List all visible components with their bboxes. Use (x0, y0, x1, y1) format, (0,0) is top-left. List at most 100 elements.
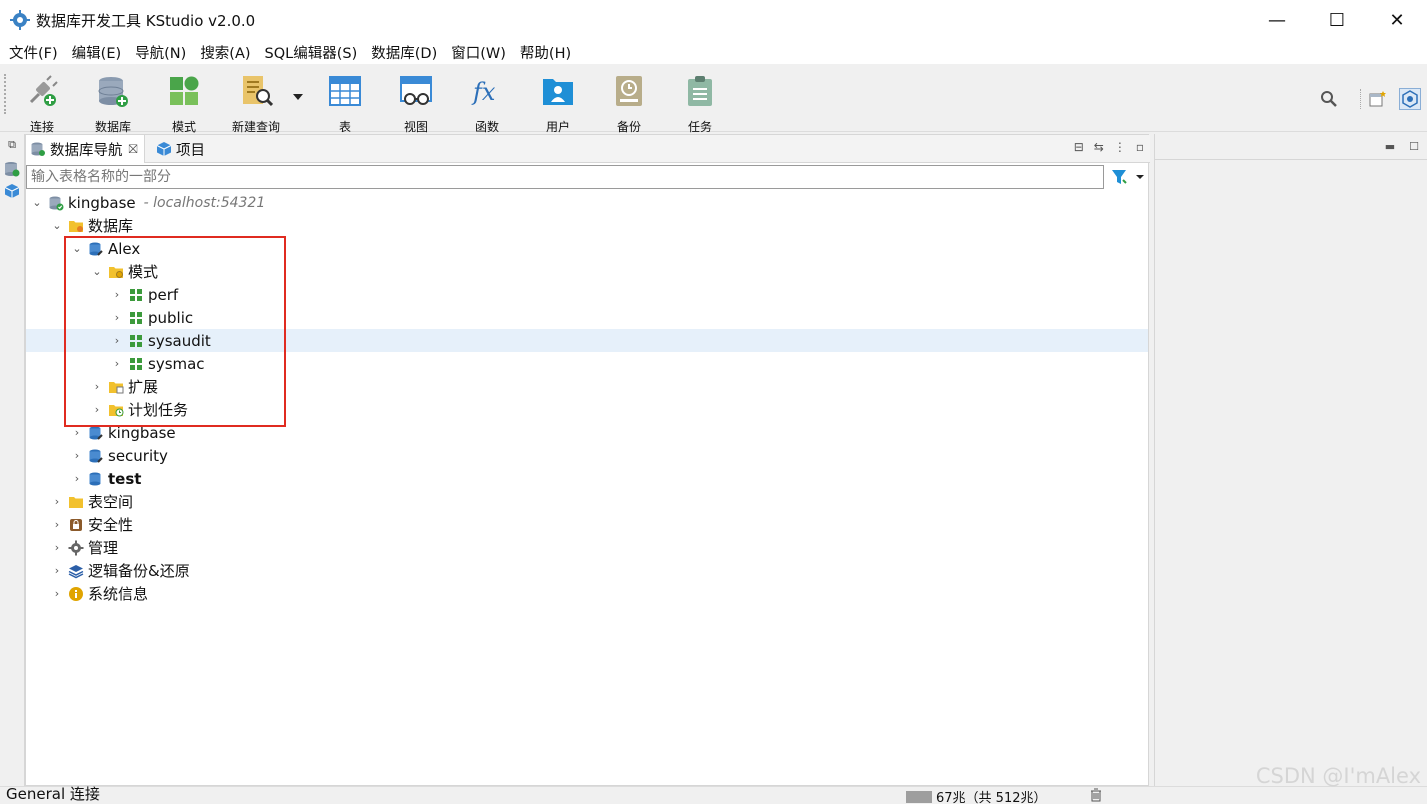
menu-search[interactable]: 搜索(A) (195, 42, 255, 63)
chevron-down-icon[interactable]: ⌄ (30, 196, 44, 210)
lock-icon (70, 518, 82, 531)
collapse-all-icon[interactable]: ⊟ (1074, 140, 1084, 154)
user-icon (543, 79, 573, 105)
tab-database-navigator-label: 数据库导航 (50, 142, 123, 159)
chevron-right-icon[interactable]: › (70, 426, 84, 440)
backup-button[interactable]: 备份 (599, 74, 659, 134)
menu-database[interactable]: 数据库(D) (366, 42, 442, 63)
database-add-icon (98, 77, 128, 107)
connection-host: - localhost:54321 (143, 194, 266, 211)
view-menu-icon[interactable]: ⋮ (1114, 140, 1126, 154)
maximize-button[interactable]: ☐ (1307, 0, 1367, 40)
connect-button[interactable]: 连接 (12, 74, 72, 134)
logical-backup-label: 逻辑备份&还原 (88, 562, 190, 580)
db-test-label: test (108, 469, 142, 488)
view-label: 视图 (403, 120, 428, 134)
tab-project-label: 项目 (176, 142, 205, 159)
toolbar-grip[interactable] (4, 74, 8, 114)
chevron-right-icon[interactable]: › (70, 472, 84, 486)
gear-icon (68, 540, 84, 555)
garbage-collect-icon[interactable] (1090, 788, 1102, 802)
menu-sql-editor[interactable]: SQL编辑器(S) (260, 42, 363, 63)
info-icon (69, 586, 83, 601)
menu-help[interactable]: 帮助(H) (515, 42, 576, 63)
project-icon (156, 142, 172, 156)
close-button[interactable]: ✕ (1367, 0, 1427, 40)
database-icon (89, 472, 101, 485)
minimize-view-icon[interactable]: ▫ (1136, 140, 1144, 154)
task-button[interactable]: 任务 (670, 74, 730, 134)
menu-navigate[interactable]: 导航(N) (130, 42, 191, 63)
restore-icon[interactable]: ⧉ (3, 138, 21, 156)
db-security-label: security (108, 446, 168, 465)
search-icon[interactable] (1320, 90, 1338, 108)
tab-close-icon[interactable]: ⛝ (129, 142, 138, 157)
minimize-icon[interactable]: ▬ (1385, 140, 1395, 153)
perspective-icon[interactable] (1399, 88, 1421, 110)
minimize-button[interactable]: — (1247, 0, 1307, 40)
view-icon (400, 76, 432, 105)
filter-icon (1112, 170, 1144, 184)
table-button[interactable]: 表 (315, 74, 375, 134)
function-button[interactable]: fx 函数 (457, 74, 517, 134)
chevron-down-icon[interactable]: ⌄ (50, 219, 64, 233)
schema-label: 模式 (171, 120, 196, 134)
tree-node-connection[interactable]: ⌄ kingbase - localhost:54321 (26, 191, 1148, 214)
chevron-right-icon[interactable]: › (50, 541, 64, 555)
watermark-text: CSDN @I'mAlex (1255, 764, 1421, 788)
menu-edit[interactable]: 编辑(E) (67, 42, 126, 63)
function-label: 函数 (474, 120, 499, 134)
folder-icon (69, 496, 83, 508)
table-filter-input[interactable]: 输入表格名称的一部分 (26, 165, 1104, 189)
database-button[interactable]: 数据库 (83, 74, 143, 134)
view-button[interactable]: 视图 (386, 74, 446, 134)
user-button[interactable]: 用户 (528, 74, 588, 134)
task-label: 任务 (687, 120, 712, 134)
link-editor-icon[interactable]: ⇆ (1094, 140, 1104, 154)
app-logo-icon (10, 10, 30, 30)
table-label: 表 (338, 120, 351, 134)
menu-window[interactable]: 窗口(W) (446, 42, 511, 63)
chevron-right-icon[interactable]: › (50, 564, 64, 578)
window-title: 数据库开发工具 KStudio v2.0.0 (36, 11, 256, 30)
schema-button[interactable]: 模式 (154, 74, 214, 134)
open-perspective-icon[interactable] (1369, 90, 1387, 108)
tablespaces-label: 表空间 (88, 493, 134, 511)
status-bar: General 连接 67兆（共 512兆） (0, 785, 1427, 804)
tree-node-logical-backup[interactable]: › 逻辑备份&还原 (26, 559, 1148, 582)
chevron-right-icon[interactable]: › (50, 518, 64, 532)
svg-text:fx: fx (471, 78, 496, 106)
project-trim-icon[interactable] (3, 182, 21, 200)
connection-db-icon (49, 196, 64, 210)
memory-bar (906, 790, 932, 803)
tree-node-db-test[interactable]: › test (26, 467, 1148, 490)
title-bar: 数据库开发工具 KStudio v2.0.0 — ☐ ✕ (0, 0, 1427, 40)
toolbar-separator (1360, 89, 1361, 109)
chevron-right-icon[interactable]: › (50, 587, 64, 601)
tree-node-system-info[interactable]: › 系统信息 (26, 582, 1148, 605)
menu-bar: 文件(F) 编辑(E) 导航(N) 搜索(A) SQL编辑器(S) 数据库(D)… (0, 40, 1427, 64)
task-icon (688, 76, 712, 106)
filter-button[interactable] (1110, 168, 1146, 186)
maximize-icon[interactable]: ☐ (1409, 140, 1419, 153)
tree-node-management[interactable]: › 管理 (26, 536, 1148, 559)
connection-name: kingbase (68, 193, 136, 212)
tab-database-navigator[interactable]: 数据库导航 ⛝ (26, 135, 145, 163)
tree-node-db-security[interactable]: › security (26, 444, 1148, 467)
tab-project[interactable]: 项目 (156, 135, 205, 163)
app-window: 数据库开发工具 KStudio v2.0.0 — ☐ ✕ 文件(F) 编辑(E)… (0, 0, 1427, 804)
chevron-right-icon[interactable]: › (70, 449, 84, 463)
db-navigator-trim-icon[interactable] (3, 160, 21, 178)
menu-file[interactable]: 文件(F) (4, 42, 63, 63)
tree-node-security[interactable]: › 安全性 (26, 513, 1148, 536)
database-label: 数据库 (94, 120, 131, 134)
tree-node-tablespaces[interactable]: › 表空间 (26, 490, 1148, 513)
chevron-right-icon[interactable]: › (50, 495, 64, 509)
tree-node-databases[interactable]: ⌄ 数据库 (26, 214, 1148, 237)
new-query-icon (243, 76, 274, 107)
right-editor-area: ▬ ☐ (1154, 134, 1427, 786)
new-query-dropdown-icon[interactable] (293, 94, 303, 100)
new-query-button[interactable]: 新建查询 (226, 74, 286, 134)
database-navigator-panel: 数据库导航 ⛝ 项目 ⊟ ⇆ ⋮ ▫ 输入表格名称的一部分 ⌄ kingbase… (25, 134, 1150, 786)
function-icon: fx (471, 78, 496, 106)
